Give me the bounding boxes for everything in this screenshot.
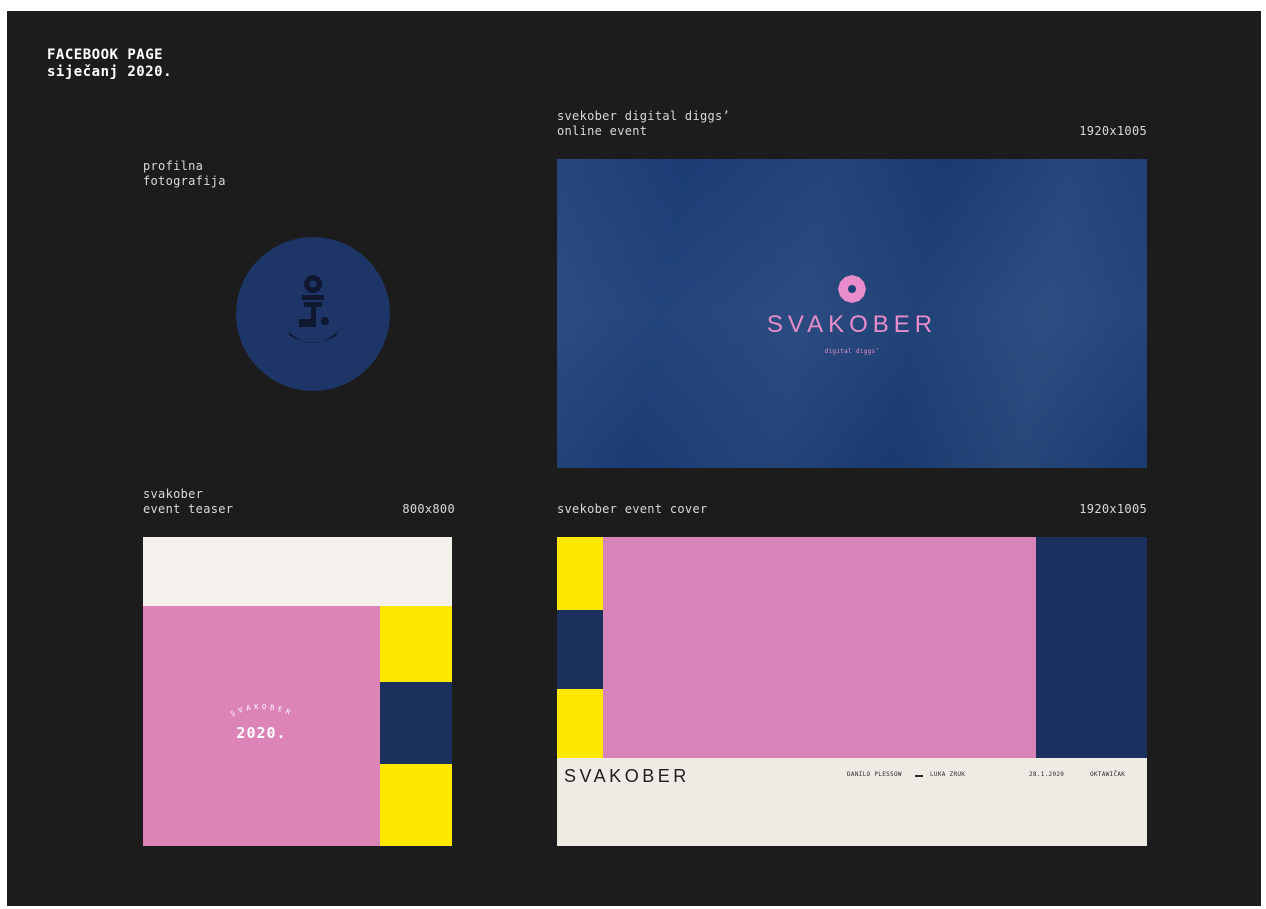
cover-venue: OKTAWIČAK — [1090, 771, 1126, 778]
cover-size: 1920x1005 — [1079, 502, 1147, 516]
online-event-label: svekober digital diggs’ online event — [557, 109, 730, 139]
cover-yellow-block-bottom — [557, 689, 603, 758]
page-title-line1: FACEBOOK PAGE — [47, 47, 164, 63]
online-event-size: 1920x1005 — [1079, 124, 1147, 138]
teaser-yellow-block-top — [380, 606, 452, 682]
teaser-arc-label: SVAKOBER — [229, 703, 291, 718]
profile-label-line1: profilna — [143, 159, 204, 173]
profile-label: profilna fotografija — [143, 159, 226, 189]
cover-pink-block — [603, 537, 1036, 758]
cover-navy-block-left — [557, 610, 603, 689]
teaser-label: svakober event teaser — [143, 487, 233, 517]
profile-photo — [236, 237, 390, 391]
page-title-line2: siječanj 2020. — [47, 64, 173, 80]
online-event-brand: SVAKOBER — [766, 311, 938, 338]
profile-label-line2: fotografija — [143, 174, 226, 188]
online-event-tagline: digital diggs’ — [824, 348, 880, 355]
presentation-board: FACEBOOK PAGE siječanj 2020. profilna foto… — [7, 11, 1261, 906]
cover-navy-block-right — [1036, 537, 1147, 758]
online-event-label-line2: online event — [557, 124, 648, 138]
cover-brand: SVAKOBER — [564, 766, 690, 786]
online-event-image: SVAKOBER digital diggs’ — [557, 159, 1147, 468]
pink-flower-icon — [838, 275, 866, 303]
cover-artist-1: DANILO PLESSOW — [847, 771, 902, 778]
event-teaser-image: SVAKOBER 2020. — [143, 537, 452, 846]
teaser-label-line1: svakober — [143, 487, 204, 501]
cover-dash — [915, 775, 923, 777]
cover-yellow-block-top — [557, 537, 603, 610]
event-cover-image: SVAKOBER DANILO PLESSOW LUKA ZRUK 28.1.2… — [557, 537, 1147, 846]
teaser-yellow-block-bottom — [380, 764, 452, 846]
cover-label: svekober event cover — [557, 502, 708, 516]
page-title: FACEBOOK PAGE siječanj 2020. — [47, 47, 172, 81]
teaser-year: 2020. — [236, 724, 287, 742]
teaser-label-line2: event teaser — [143, 502, 234, 516]
flower-sprout-icon — [288, 275, 338, 343]
teaser-navy-block — [380, 682, 452, 764]
teaser-size: 800x800 — [402, 502, 455, 516]
svg-text:SVAKOBER: SVAKOBER — [229, 703, 294, 718]
cover-artist-2: LUKA ZRUK — [930, 771, 966, 778]
cover-date: 28.1.2020 — [1029, 771, 1065, 778]
online-event-label-line1: svekober digital diggs’ — [557, 109, 731, 123]
